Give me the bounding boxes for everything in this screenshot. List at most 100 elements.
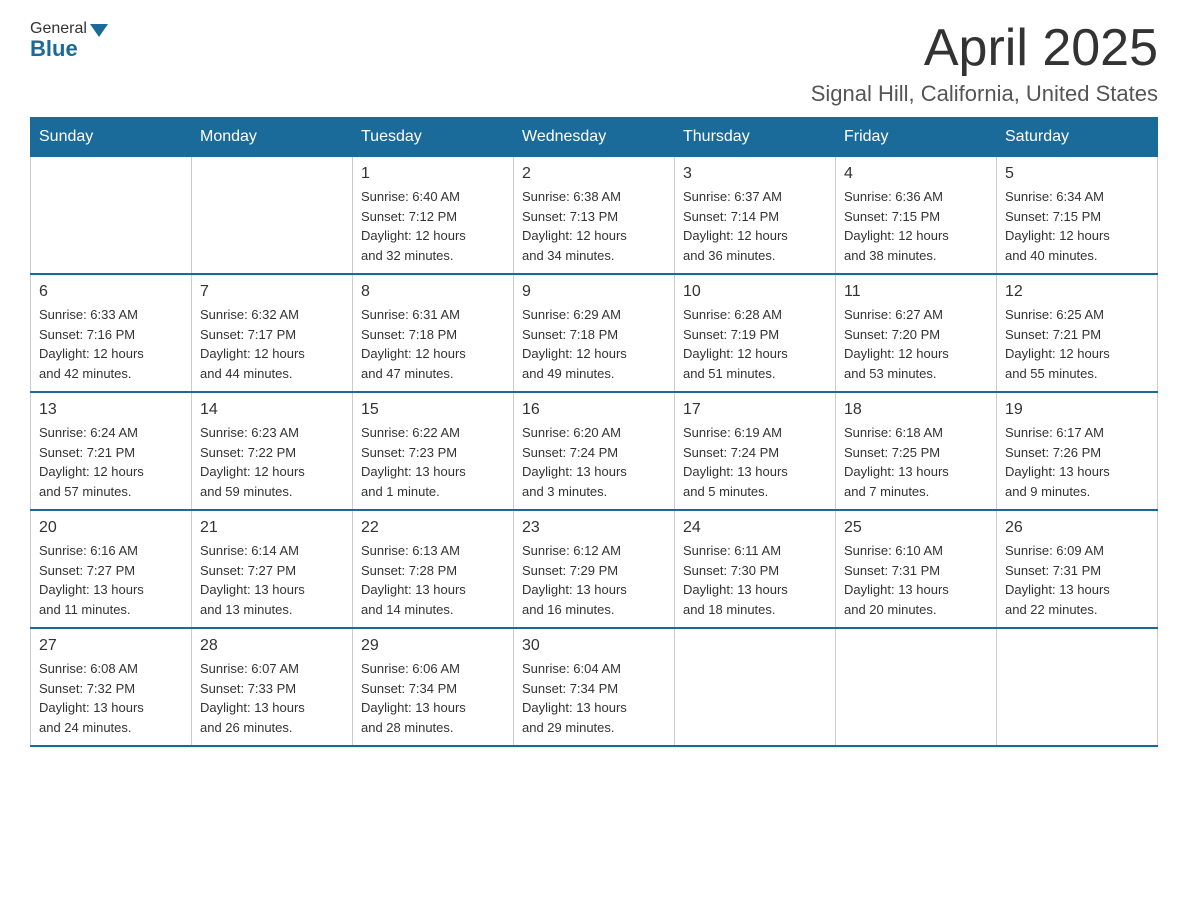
calendar-cell <box>836 628 997 746</box>
calendar-cell <box>192 157 353 275</box>
day-info: Sunrise: 6:17 AM Sunset: 7:26 PM Dayligh… <box>1005 423 1149 501</box>
day-number: 25 <box>844 519 988 537</box>
title-block: April 2025 Signal Hill, California, Unit… <box>811 20 1158 107</box>
day-info: Sunrise: 6:38 AM Sunset: 7:13 PM Dayligh… <box>522 187 666 265</box>
weekday-header-friday: Friday <box>836 118 997 157</box>
day-info: Sunrise: 6:27 AM Sunset: 7:20 PM Dayligh… <box>844 305 988 383</box>
calendar-cell: 4 Sunrise: 6:36 AM Sunset: 7:15 PM Daylig… <box>836 157 997 275</box>
day-info: Sunrise: 6:14 AM Sunset: 7:27 PM Dayligh… <box>200 541 344 619</box>
calendar-cell: 7Sunrise: 6:32 AM Sunset: 7:17 PM Daylig… <box>192 274 353 392</box>
day-info: Sunrise: 6:25 AM Sunset: 7:21 PM Dayligh… <box>1005 305 1149 383</box>
day-number: 2 <box>522 165 666 183</box>
calendar-cell: 26 Sunrise: 6:09 AM Sunset: 7:31 PM Dayli… <box>997 510 1158 628</box>
weekday-header-tuesday: Tuesday <box>353 118 514 157</box>
day-info: Sunrise: 6:09 AM Sunset: 7:31 PM Dayligh… <box>1005 541 1149 619</box>
day-info: Sunrise: 6:23 AM Sunset: 7:22 PM Dayligh… <box>200 423 344 501</box>
day-number: 15 <box>361 401 505 419</box>
day-info: Sunrise: 6:20 AM Sunset: 7:24 PM Dayligh… <box>522 423 666 501</box>
calendar-cell: 8 Sunrise: 6:31 AM Sunset: 7:18 PM Daylig… <box>353 274 514 392</box>
logo-arrow-icon <box>90 24 108 37</box>
day-number: 20 <box>39 519 183 537</box>
day-info: Sunrise: 6:19 AM Sunset: 7:24 PM Dayligh… <box>683 423 827 501</box>
day-info: Sunrise: 6:29 AM Sunset: 7:18 PM Dayligh… <box>522 305 666 383</box>
calendar-cell: 13 Sunrise: 6:24 AM Sunset: 7:21 PM Dayli… <box>31 392 192 510</box>
logo-blue-text: Blue <box>30 36 108 62</box>
day-number: 27 <box>39 637 183 655</box>
day-number: 16 <box>522 401 666 419</box>
logo: General Blue <box>30 20 108 62</box>
weekday-header-row: SundayMondayTuesdayWednesdayThursdayFrid… <box>31 118 1158 157</box>
calendar-cell <box>997 628 1158 746</box>
day-number: 28 <box>200 637 344 655</box>
calendar-cell: 6 Sunrise: 6:33 AM Sunset: 7:16 PM Daylig… <box>31 274 192 392</box>
calendar-cell <box>31 157 192 275</box>
calendar-cell: 3 Sunrise: 6:37 AM Sunset: 7:14 PM Daylig… <box>675 157 836 275</box>
calendar-cell: 2 Sunrise: 6:38 AM Sunset: 7:13 PM Daylig… <box>514 157 675 275</box>
calendar-cell: 28 Sunrise: 6:07 AM Sunset: 7:33 PM Dayli… <box>192 628 353 746</box>
calendar-title: April 2025 <box>811 20 1158 77</box>
day-info: Sunrise: 6:12 AM Sunset: 7:29 PM Dayligh… <box>522 541 666 619</box>
calendar-cell: 1 Sunrise: 6:40 AM Sunset: 7:12 PM Daylig… <box>353 157 514 275</box>
day-number: 8 <box>361 283 505 301</box>
day-info: Sunrise: 6:08 AM Sunset: 7:32 PM Dayligh… <box>39 659 183 737</box>
calendar-cell: 23 Sunrise: 6:12 AM Sunset: 7:29 PM Dayli… <box>514 510 675 628</box>
day-number: 22 <box>361 519 505 537</box>
calendar-cell: 18 Sunrise: 6:18 AM Sunset: 7:25 PM Dayli… <box>836 392 997 510</box>
day-number: 24 <box>683 519 827 537</box>
day-info: Sunrise: 6:40 AM Sunset: 7:12 PM Dayligh… <box>361 187 505 265</box>
day-info: Sunrise: 6:33 AM Sunset: 7:16 PM Dayligh… <box>39 305 183 383</box>
day-number: 9 <box>522 283 666 301</box>
day-info: Sunrise: 6:07 AM Sunset: 7:33 PM Dayligh… <box>200 659 344 737</box>
calendar-cell: 12Sunrise: 6:25 AM Sunset: 7:21 PM Dayli… <box>997 274 1158 392</box>
day-number: 30 <box>522 637 666 655</box>
calendar-cell: 29 Sunrise: 6:06 AM Sunset: 7:34 PM Dayli… <box>353 628 514 746</box>
calendar-cell: 17 Sunrise: 6:19 AM Sunset: 7:24 PM Dayli… <box>675 392 836 510</box>
day-number: 6 <box>39 283 183 301</box>
day-number: 4 <box>844 165 988 183</box>
calendar-cell: 27 Sunrise: 6:08 AM Sunset: 7:32 PM Dayli… <box>31 628 192 746</box>
day-number: 7 <box>200 283 344 301</box>
day-info: Sunrise: 6:36 AM Sunset: 7:15 PM Dayligh… <box>844 187 988 265</box>
day-number: 23 <box>522 519 666 537</box>
day-info: Sunrise: 6:34 AM Sunset: 7:15 PM Dayligh… <box>1005 187 1149 265</box>
calendar-cell: 22 Sunrise: 6:13 AM Sunset: 7:28 PM Dayli… <box>353 510 514 628</box>
calendar-week-row: 1 Sunrise: 6:40 AM Sunset: 7:12 PM Daylig… <box>31 157 1158 275</box>
day-number: 26 <box>1005 519 1149 537</box>
calendar-week-row: 27 Sunrise: 6:08 AM Sunset: 7:32 PM Dayli… <box>31 628 1158 746</box>
day-number: 13 <box>39 401 183 419</box>
day-number: 5 <box>1005 165 1149 183</box>
calendar-cell: 10Sunrise: 6:28 AM Sunset: 7:19 PM Dayli… <box>675 274 836 392</box>
calendar-cell: 5 Sunrise: 6:34 AM Sunset: 7:15 PM Daylig… <box>997 157 1158 275</box>
calendar-cell: 19 Sunrise: 6:17 AM Sunset: 7:26 PM Dayli… <box>997 392 1158 510</box>
calendar-cell: 9 Sunrise: 6:29 AM Sunset: 7:18 PM Daylig… <box>514 274 675 392</box>
day-number: 18 <box>844 401 988 419</box>
day-number: 1 <box>361 165 505 183</box>
weekday-header-saturday: Saturday <box>997 118 1158 157</box>
calendar-cell: 21Sunrise: 6:14 AM Sunset: 7:27 PM Dayli… <box>192 510 353 628</box>
calendar-cell: 24 Sunrise: 6:11 AM Sunset: 7:30 PM Dayli… <box>675 510 836 628</box>
day-info: Sunrise: 6:11 AM Sunset: 7:30 PM Dayligh… <box>683 541 827 619</box>
day-info: Sunrise: 6:31 AM Sunset: 7:18 PM Dayligh… <box>361 305 505 383</box>
calendar-cell <box>675 628 836 746</box>
day-info: Sunrise: 6:24 AM Sunset: 7:21 PM Dayligh… <box>39 423 183 501</box>
day-number: 19 <box>1005 401 1149 419</box>
day-info: Sunrise: 6:04 AM Sunset: 7:34 PM Dayligh… <box>522 659 666 737</box>
calendar-cell: 16 Sunrise: 6:20 AM Sunset: 7:24 PM Dayli… <box>514 392 675 510</box>
day-info: Sunrise: 6:37 AM Sunset: 7:14 PM Dayligh… <box>683 187 827 265</box>
day-info: Sunrise: 6:16 AM Sunset: 7:27 PM Dayligh… <box>39 541 183 619</box>
calendar-week-row: 20 Sunrise: 6:16 AM Sunset: 7:27 PM Dayli… <box>31 510 1158 628</box>
page-header: General Blue April 2025 Signal Hill, Cal… <box>30 20 1158 107</box>
day-info: Sunrise: 6:06 AM Sunset: 7:34 PM Dayligh… <box>361 659 505 737</box>
day-number: 3 <box>683 165 827 183</box>
day-number: 17 <box>683 401 827 419</box>
calendar-cell: 14Sunrise: 6:23 AM Sunset: 7:22 PM Dayli… <box>192 392 353 510</box>
day-info: Sunrise: 6:13 AM Sunset: 7:28 PM Dayligh… <box>361 541 505 619</box>
calendar-cell: 15Sunrise: 6:22 AM Sunset: 7:23 PM Dayli… <box>353 392 514 510</box>
calendar-cell: 30 Sunrise: 6:04 AM Sunset: 7:34 PM Dayli… <box>514 628 675 746</box>
day-number: 29 <box>361 637 505 655</box>
calendar-table: SundayMondayTuesdayWednesdayThursdayFrid… <box>30 117 1158 747</box>
day-info: Sunrise: 6:18 AM Sunset: 7:25 PM Dayligh… <box>844 423 988 501</box>
calendar-week-row: 13 Sunrise: 6:24 AM Sunset: 7:21 PM Dayli… <box>31 392 1158 510</box>
day-info: Sunrise: 6:28 AM Sunset: 7:19 PM Dayligh… <box>683 305 827 383</box>
weekday-header-thursday: Thursday <box>675 118 836 157</box>
